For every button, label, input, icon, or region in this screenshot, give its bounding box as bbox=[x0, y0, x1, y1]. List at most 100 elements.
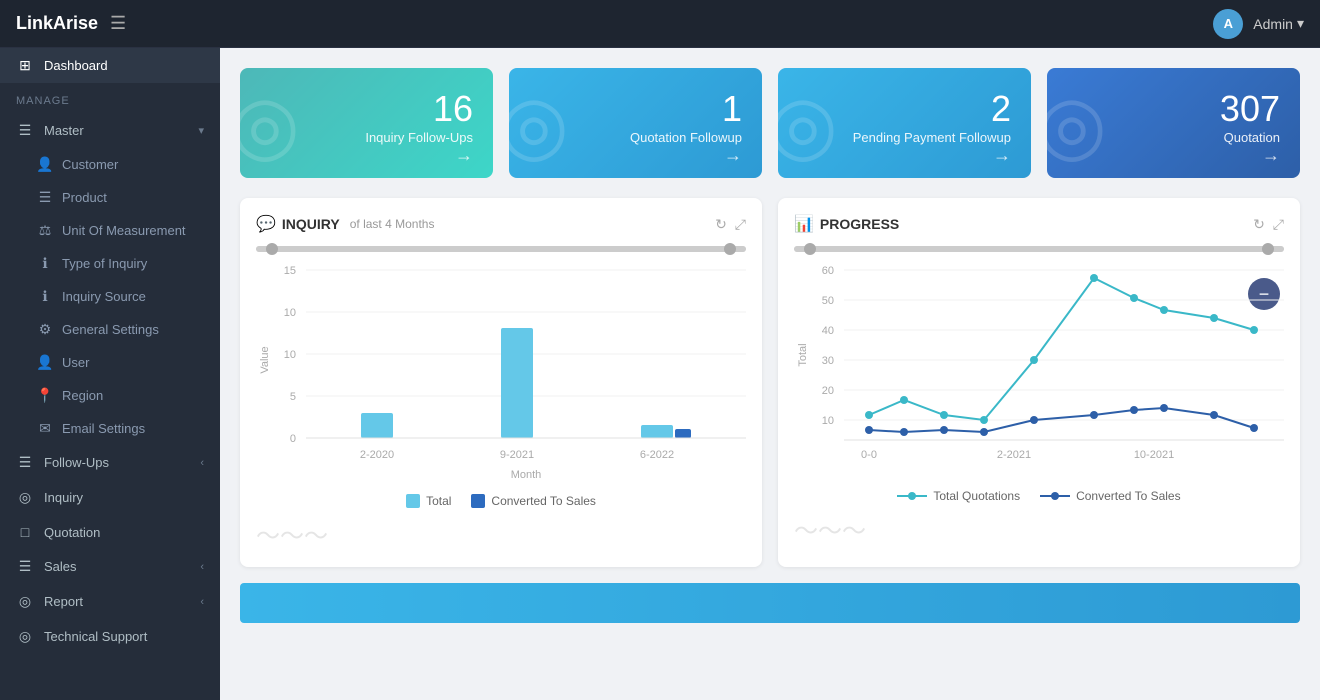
sidebar-item-report[interactable]: ◎ Report ‹ bbox=[0, 584, 220, 619]
svg-text:5: 5 bbox=[290, 391, 296, 403]
sidebar-sub-label: General Settings bbox=[62, 322, 159, 337]
sidebar-sub-label: Type of Inquiry bbox=[62, 256, 147, 271]
svg-text:2-2021: 2-2021 bbox=[997, 449, 1031, 461]
progress-line-chart: 60 50 40 30 20 10 Total bbox=[794, 260, 1284, 485]
inquiry-chart-header: 💬 INQUIRY of last 4 Months ↻ ⤢ bbox=[256, 214, 746, 234]
card-bg-icon: ◎ bbox=[240, 78, 300, 171]
chart-footer-wave: 〜〜〜 bbox=[256, 516, 746, 551]
expand2-icon[interactable]: ⤢ bbox=[1273, 216, 1284, 233]
card-bg-icon4: ◎ bbox=[1047, 78, 1107, 171]
stat-card-quotation-followup[interactable]: ◎ 1 Quotation Followup → bbox=[509, 68, 762, 178]
sidebar-item-user[interactable]: 👤 User bbox=[0, 346, 220, 379]
stat-cards: ◎ 16 Inquiry Follow-Ups → ◎ 1 Quotation … bbox=[240, 68, 1300, 178]
inquiry-chart-subtitle: of last 4 Months bbox=[350, 217, 435, 231]
sidebar-item-inquiry[interactable]: ◎ Inquiry bbox=[0, 480, 220, 515]
progress-footer-wave: 〜〜〜 bbox=[794, 511, 1284, 546]
arrow-right2-icon: → bbox=[724, 145, 742, 166]
arrow-right3-icon: → bbox=[993, 145, 1011, 166]
sidebar-item-label: Sales bbox=[44, 559, 77, 574]
svg-text:60: 60 bbox=[822, 265, 834, 277]
sidebar-item-label: Master bbox=[44, 123, 84, 138]
arrow-right4-icon: → bbox=[1262, 145, 1280, 166]
sidebar-sub-label: Product bbox=[62, 190, 107, 205]
scale-icon: ⚖ bbox=[36, 222, 54, 239]
pin-icon: 📍 bbox=[36, 387, 54, 404]
sidebar-item-region[interactable]: 📍 Region bbox=[0, 379, 220, 412]
card-bg-icon2: ◎ bbox=[509, 78, 569, 171]
dashboard-icon: ⊞ bbox=[16, 57, 34, 74]
master-icon: ☰ bbox=[16, 122, 34, 139]
support-icon: ◎ bbox=[16, 628, 34, 645]
inquiry-chart-slider[interactable] bbox=[256, 246, 746, 252]
legend-total-quotations: Total Quotations bbox=[897, 489, 1020, 503]
admin-menu[interactable]: Admin ▾ bbox=[1253, 15, 1304, 32]
settings-icon: ⚙ bbox=[36, 321, 54, 338]
stat-card-pending-payment[interactable]: ◎ 2 Pending Payment Followup → bbox=[778, 68, 1031, 178]
svg-text:2-2020: 2-2020 bbox=[360, 449, 394, 461]
main-content: ◎ 16 Inquiry Follow-Ups → ◎ 1 Quotation … bbox=[220, 48, 1320, 700]
sidebar-item-quotation[interactable]: □ Quotation bbox=[0, 515, 220, 549]
customer-icon: 👤 bbox=[36, 156, 54, 173]
chevron-right2-icon: ‹ bbox=[200, 561, 204, 573]
refresh-icon[interactable]: ↻ bbox=[715, 216, 727, 233]
svg-text:10: 10 bbox=[284, 349, 296, 361]
progress-chart-title: 📊 PROGRESS bbox=[794, 214, 899, 234]
card-bg-icon3: ◎ bbox=[778, 78, 838, 171]
avatar: A bbox=[1213, 9, 1243, 39]
inquiry-chart-title: 💬 INQUIRY of last 4 Months bbox=[256, 214, 434, 234]
sidebar-item-unit-of-measurement[interactable]: ⚖ Unit Of Measurement bbox=[0, 214, 220, 247]
topbar-right: A Admin ▾ bbox=[1213, 9, 1304, 39]
stat-card-quotation[interactable]: ◎ 307 Quotation → bbox=[1047, 68, 1300, 178]
expand-icon[interactable]: ⤢ bbox=[735, 216, 746, 233]
progress-chart-card: 📊 PROGRESS ↻ ⤢ − bbox=[778, 198, 1300, 567]
sidebar-item-technical-support[interactable]: ◎ Technical Support bbox=[0, 619, 220, 654]
sidebar-item-label: Dashboard bbox=[44, 58, 108, 73]
sidebar-item-sales[interactable]: ☰ Sales ‹ bbox=[0, 549, 220, 584]
refresh2-icon[interactable]: ↻ bbox=[1253, 216, 1265, 233]
stat-card-inquiry-followups[interactable]: ◎ 16 Inquiry Follow-Ups → bbox=[240, 68, 493, 178]
progress-chart-actions[interactable]: ↻ ⤢ bbox=[1253, 216, 1284, 233]
sidebar-item-general-settings[interactable]: ⚙ General Settings bbox=[0, 313, 220, 346]
sidebar-sub-label: Region bbox=[62, 388, 103, 403]
sidebar-item-customer[interactable]: 👤 Customer bbox=[0, 148, 220, 181]
sidebar-item-label: Follow-Ups bbox=[44, 455, 109, 470]
sidebar-item-type-of-inquiry[interactable]: ℹ Type of Inquiry bbox=[0, 247, 220, 280]
sidebar-item-followups[interactable]: ☰ Follow-Ups ‹ bbox=[0, 445, 220, 480]
followups-icon: ☰ bbox=[16, 454, 34, 471]
sidebar-item-master[interactable]: ☰ Master ▾ bbox=[0, 113, 220, 148]
progress-chart-slider[interactable] bbox=[794, 246, 1284, 252]
info-icon: ℹ bbox=[36, 255, 54, 272]
inquiry-legend: Total Converted To Sales bbox=[256, 494, 746, 508]
legend-total: Total bbox=[406, 494, 451, 508]
sidebar-sub-label: Inquiry Source bbox=[62, 289, 146, 304]
inquiry-icon: ◎ bbox=[16, 489, 34, 506]
svg-text:10: 10 bbox=[284, 307, 296, 319]
sidebar-sub-label: User bbox=[62, 355, 89, 370]
sidebar-item-email-settings[interactable]: ✉ Email Settings bbox=[0, 412, 220, 445]
svg-text:9-2021: 9-2021 bbox=[500, 449, 534, 461]
svg-text:40: 40 bbox=[822, 325, 834, 337]
sidebar-item-label: Report bbox=[44, 594, 83, 609]
legend-color-converted bbox=[471, 494, 485, 508]
legend-converted: Converted To Sales bbox=[471, 494, 596, 508]
charts-row: 💬 INQUIRY of last 4 Months ↻ ⤢ bbox=[240, 198, 1300, 567]
svg-text:10: 10 bbox=[822, 415, 834, 427]
legend-color-total bbox=[406, 494, 420, 508]
topbar: LinkArise ☰ A Admin ▾ bbox=[0, 0, 1320, 48]
sidebar-item-product[interactable]: ☰ Product bbox=[0, 181, 220, 214]
svg-text:30: 30 bbox=[822, 355, 834, 367]
sidebar-item-label: Inquiry bbox=[44, 490, 83, 505]
sidebar-item-inquiry-source[interactable]: ℹ Inquiry Source bbox=[0, 280, 220, 313]
sidebar-item-dashboard[interactable]: ⊞ Dashboard bbox=[0, 48, 220, 83]
chevron-right-icon: ‹ bbox=[200, 457, 204, 469]
product-icon: ☰ bbox=[36, 189, 54, 206]
svg-text:0-0: 0-0 bbox=[861, 449, 877, 461]
sales-icon: ☰ bbox=[16, 558, 34, 575]
inquiry-chart-actions[interactable]: ↻ ⤢ bbox=[715, 216, 746, 233]
sidebar-section-manage: MANAGE bbox=[0, 83, 220, 113]
progress-legend: Total Quotations Converted To Sales bbox=[794, 489, 1284, 503]
info2-icon: ℹ bbox=[36, 288, 54, 305]
hamburger-menu-icon[interactable]: ☰ bbox=[110, 13, 126, 34]
report-icon: ◎ bbox=[16, 593, 34, 610]
user-icon: 👤 bbox=[36, 354, 54, 371]
